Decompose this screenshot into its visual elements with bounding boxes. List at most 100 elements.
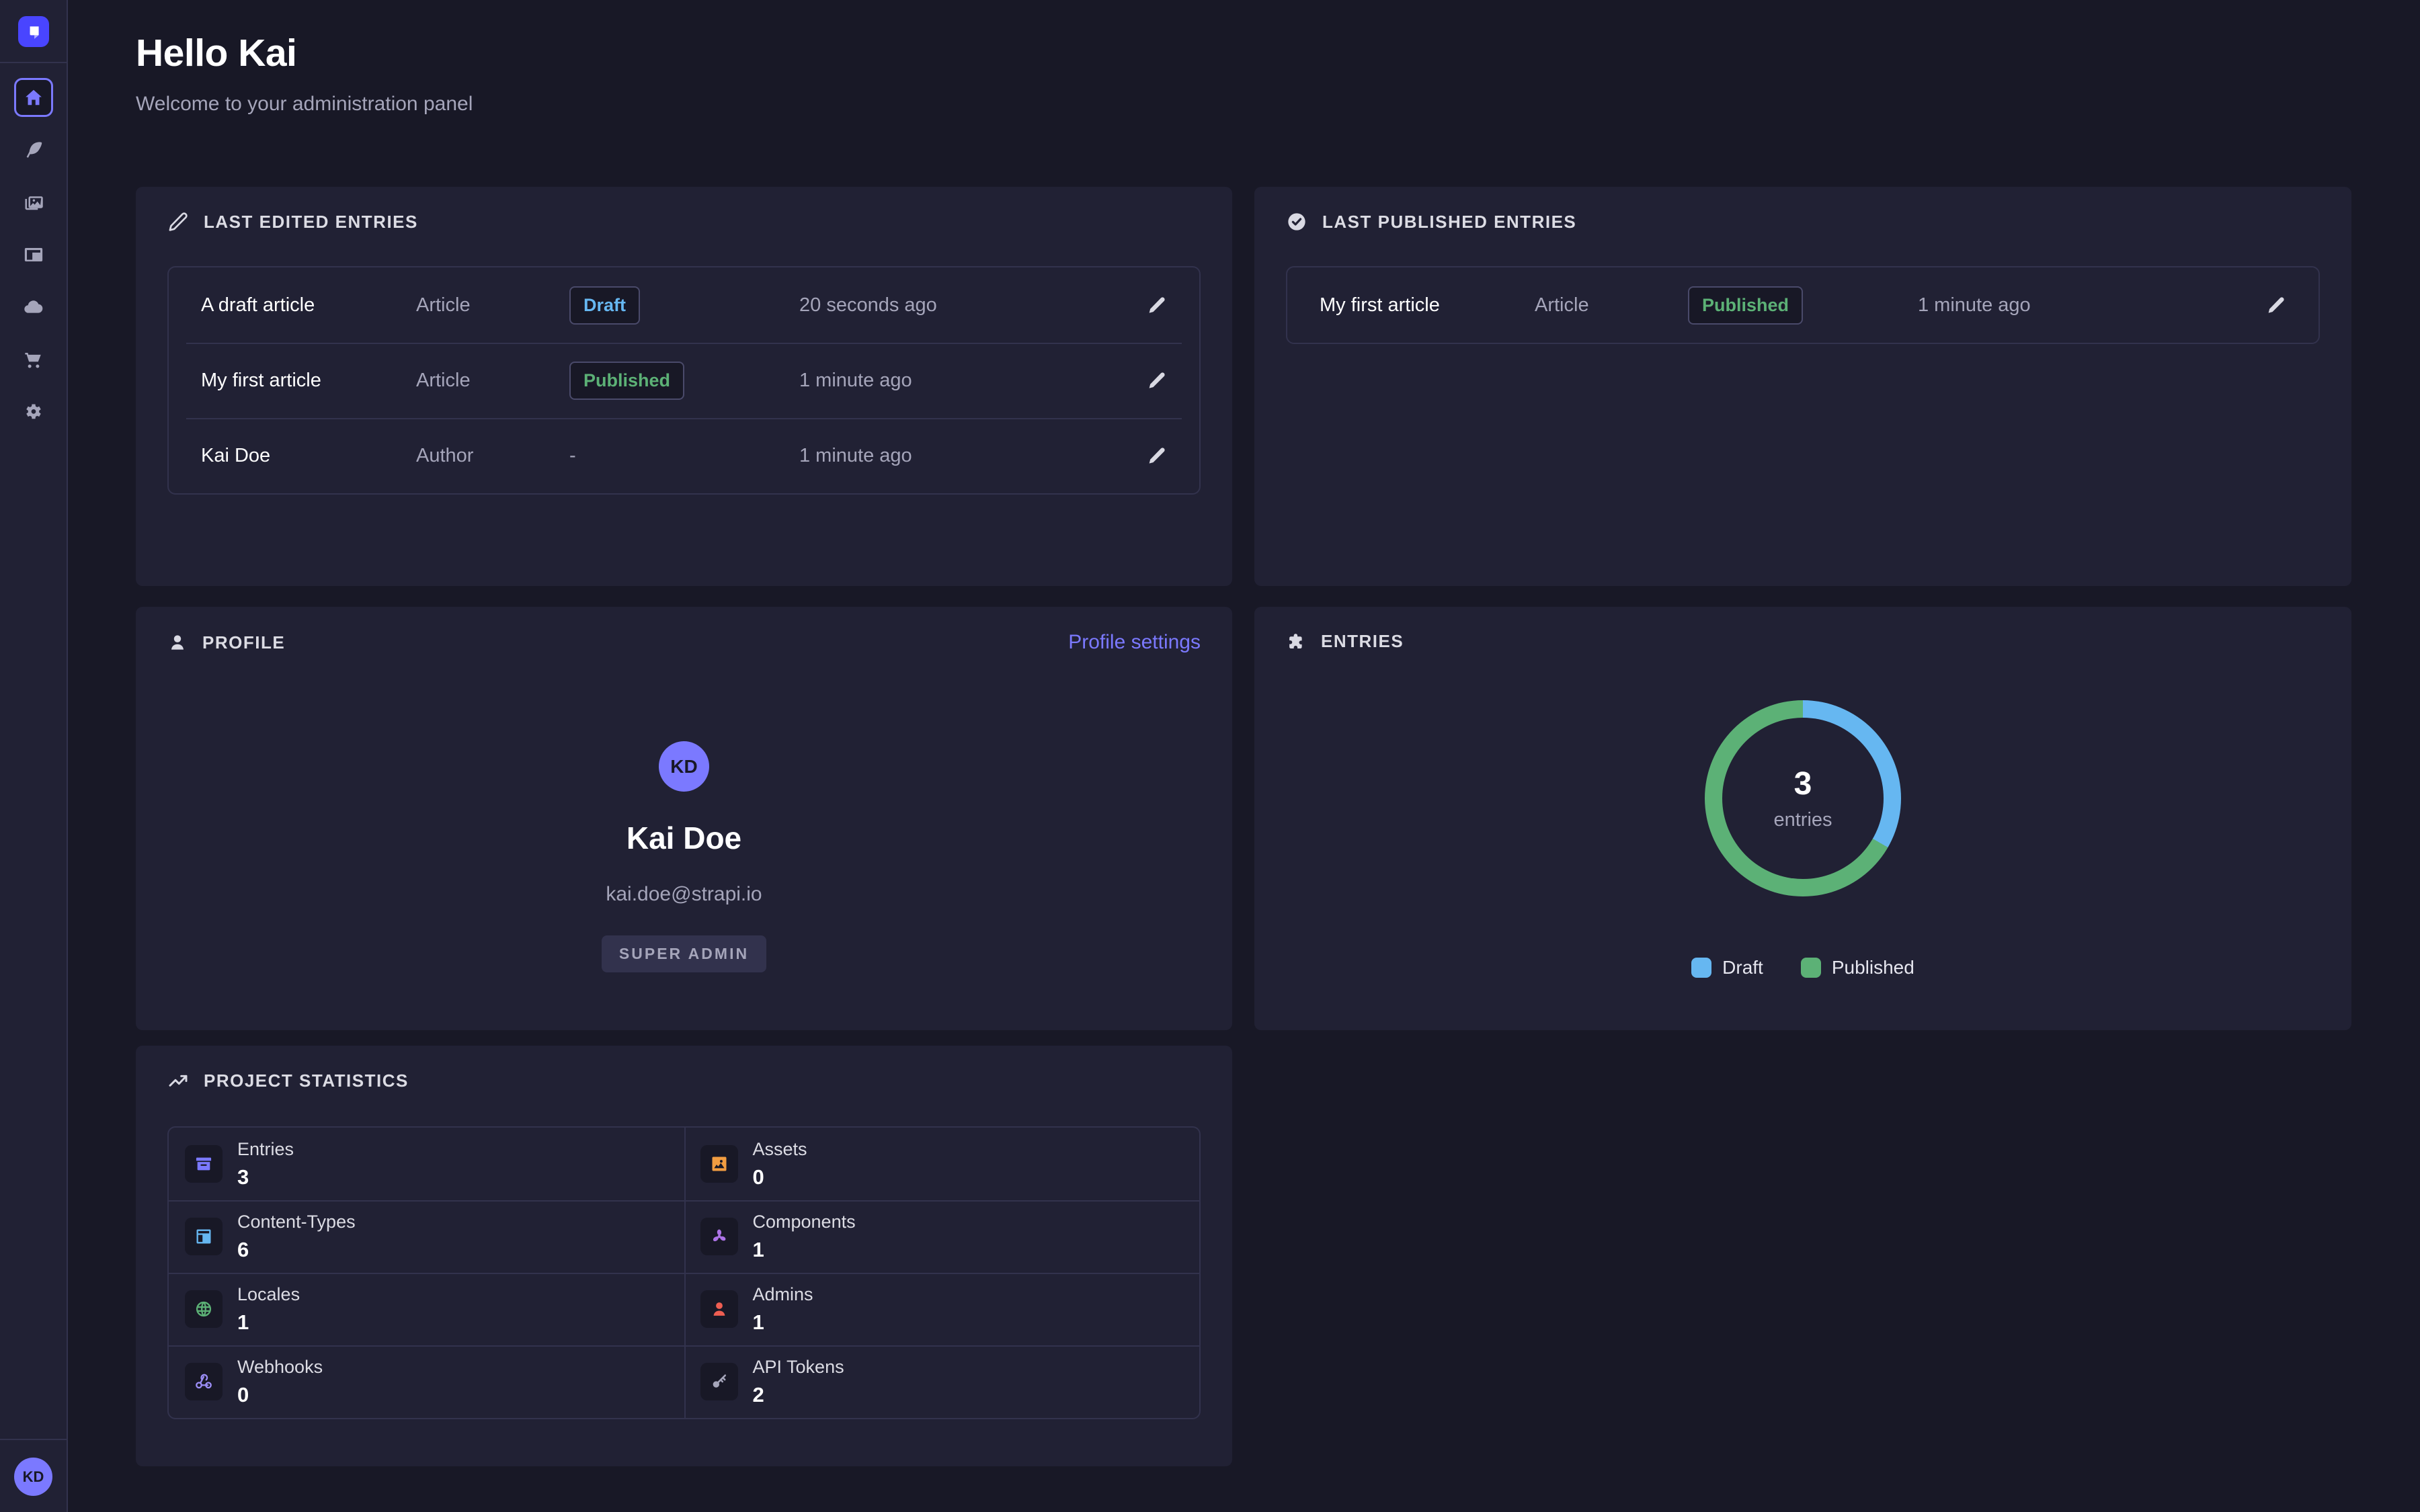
stat-label: Webhooks xyxy=(237,1357,323,1378)
pencil-icon xyxy=(1147,446,1167,466)
stat-content-types: Content-Types 6 xyxy=(169,1200,684,1273)
pencil-icon xyxy=(167,211,189,233)
legend-item-published: Published xyxy=(1801,957,1914,978)
user-avatar[interactable]: KD xyxy=(14,1458,52,1496)
user-icon xyxy=(700,1290,738,1328)
sidebar-item-content-type-builder[interactable] xyxy=(14,235,53,274)
globe-icon xyxy=(185,1290,223,1328)
stat-label: API Tokens xyxy=(753,1357,844,1378)
profile-settings-link[interactable]: Profile settings xyxy=(1068,631,1201,654)
stat-label: Admins xyxy=(753,1284,813,1305)
table-row: A draft article Article Draft 20 seconds… xyxy=(169,267,1199,343)
donut-center: 3 entries xyxy=(1722,718,1884,879)
sidebar-item-content-manager[interactable] xyxy=(14,130,53,169)
published-swatch xyxy=(1801,958,1821,978)
check-circle-icon xyxy=(1286,211,1307,233)
sidebar: KD xyxy=(0,0,68,1512)
sidebar-nav xyxy=(14,78,53,431)
stat-value: 1 xyxy=(753,1310,813,1335)
sidebar-item-marketplace[interactable] xyxy=(14,340,53,379)
legend-label: Draft xyxy=(1722,957,1763,978)
fan-icon xyxy=(700,1218,738,1255)
stat-label: Assets xyxy=(753,1139,807,1160)
stat-value: 6 xyxy=(237,1238,356,1262)
cart-icon xyxy=(24,349,44,370)
entry-kind: Article xyxy=(416,294,569,317)
edit-entry-button[interactable] xyxy=(1147,295,1167,315)
feather-icon xyxy=(24,140,44,160)
table-row: My first article Article Published 1 min… xyxy=(169,343,1199,418)
stats-table: Entries 3 Assets 0 xyxy=(167,1126,1201,1419)
chart-legend: Draft Published xyxy=(1691,957,1914,978)
card-title: LAST PUBLISHED ENTRIES xyxy=(1322,212,1576,233)
card-title: PROFILE xyxy=(202,632,285,653)
edit-entry-button[interactable] xyxy=(1147,370,1167,390)
entry-kind: Article xyxy=(1535,294,1688,317)
stat-value: 3 xyxy=(237,1165,294,1189)
status-badge: Draft xyxy=(569,286,640,325)
last-published-table: My first article Article Published 1 min… xyxy=(1286,266,2320,344)
legend-item-draft: Draft xyxy=(1691,957,1763,978)
card-title: PROJECT STATISTICS xyxy=(204,1070,409,1091)
page-subtitle: Welcome to your administration panel xyxy=(136,93,2351,116)
profile-card: PROFILE Profile settings KD Kai Doe kai.… xyxy=(136,607,1232,1030)
profile-email: kai.doe@strapi.io xyxy=(606,883,762,906)
last-edited-table: A draft article Article Draft 20 seconds… xyxy=(167,266,1201,495)
status-badge: Published xyxy=(569,362,684,400)
table-row: Kai Doe Author - 1 minute ago xyxy=(169,418,1199,493)
edit-entry-button[interactable] xyxy=(2266,295,2286,315)
card-title: ENTRIES xyxy=(1321,631,1404,652)
stat-locales: Locales 1 xyxy=(169,1273,684,1345)
entries-count: 3 xyxy=(1794,765,1812,802)
stat-value: 2 xyxy=(753,1383,844,1407)
status-badge: Published xyxy=(1688,286,1803,325)
project-statistics-card: PROJECT STATISTICS Entries 3 xyxy=(136,1046,1232,1466)
entry-time: 1 minute ago xyxy=(799,445,1147,467)
strapi-logo-icon xyxy=(18,16,49,47)
entry-time: 1 minute ago xyxy=(799,370,1147,392)
entry-time: 20 seconds ago xyxy=(799,294,1147,317)
stat-label: Content-Types xyxy=(237,1212,356,1232)
stat-assets: Assets 0 xyxy=(684,1128,1200,1200)
sidebar-item-home[interactable] xyxy=(14,78,53,117)
stat-value: 0 xyxy=(237,1383,323,1407)
puzzle-icon xyxy=(1286,632,1306,652)
last-edited-entries-card: LAST EDITED ENTRIES A draft article Arti… xyxy=(136,187,1232,586)
cloud-icon xyxy=(23,296,44,318)
entry-name: My first article xyxy=(201,370,416,392)
entry-name: A draft article xyxy=(201,294,416,317)
table-row: My first article Article Published 1 min… xyxy=(1287,267,2318,343)
page-title: Hello Kai xyxy=(136,31,2351,75)
stat-label: Locales xyxy=(237,1284,300,1305)
entries-donut-chart: 3 entries xyxy=(1705,700,1901,896)
edit-entry-button[interactable] xyxy=(1147,446,1167,466)
entry-name: My first article xyxy=(1320,294,1535,317)
stat-label: Components xyxy=(753,1212,856,1232)
sidebar-divider-bottom xyxy=(0,1439,67,1440)
user-icon xyxy=(167,632,188,653)
entry-time: 1 minute ago xyxy=(1918,294,2266,317)
role-badge: SUPER ADMIN xyxy=(602,935,766,972)
home-icon xyxy=(24,87,44,108)
pencil-icon xyxy=(2266,295,2286,315)
entry-kind: Article xyxy=(416,370,569,392)
profile-avatar: KD xyxy=(659,741,709,792)
archive-icon xyxy=(185,1145,223,1183)
layout-icon xyxy=(24,245,44,265)
gear-icon xyxy=(24,402,44,422)
last-published-entries-card: LAST PUBLISHED ENTRIES My first article … xyxy=(1254,187,2351,586)
sidebar-divider xyxy=(0,62,67,63)
stat-components: Components 1 xyxy=(684,1200,1200,1273)
profile-name: Kai Doe xyxy=(627,820,741,856)
sidebar-item-media-library[interactable] xyxy=(14,183,53,222)
app-root: KD Hello Kai Welcome to your administrat… xyxy=(0,0,2420,1512)
images-icon xyxy=(24,192,44,212)
layout-icon xyxy=(185,1218,223,1255)
sidebar-item-deploy[interactable] xyxy=(14,288,53,327)
main-content: Hello Kai Welcome to your administration… xyxy=(68,0,2420,1512)
stat-entries: Entries 3 xyxy=(169,1128,684,1200)
status-empty: - xyxy=(569,445,576,466)
sidebar-item-settings[interactable] xyxy=(14,392,53,431)
stat-api-tokens: API Tokens 2 xyxy=(684,1345,1200,1418)
stat-label: Entries xyxy=(237,1139,294,1160)
